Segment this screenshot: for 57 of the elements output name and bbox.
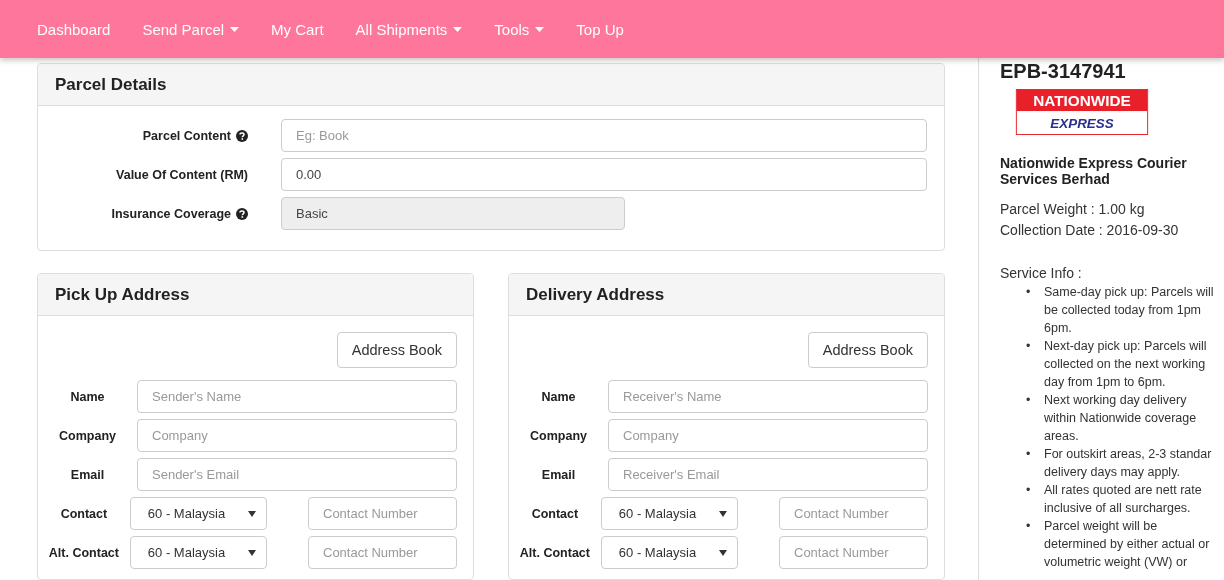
bullet-marker: • [1026,338,1032,355]
field-label: Value Of Content (RM) [116,167,248,182]
bullet-marker: • [1026,392,1032,409]
field-label: Email [540,466,577,484]
field-label: Contact [59,505,109,523]
input-field[interactable]: 0.00 [281,158,927,191]
input-field[interactable]: Receiver's Email [608,458,928,491]
bullet-marker: • [1026,518,1032,535]
dropdown-caret-icon [248,510,257,517]
service-info-item: Same-day pick up: Parcels will be collected today from 1pm 6pm. [1044,284,1214,337]
field-label: Name [540,388,577,406]
bullet-marker: • [1026,446,1032,463]
service-info-item: Parcel weight will be determined by either actual or volumetric weight (VW) or [1044,518,1210,571]
service-info-item: For outskirt areas, 2-3 standar delivery days may apply. [1044,446,1212,481]
panel-title: Pick Up Address [38,274,473,316]
field-label: Alt. Contact [48,544,120,562]
input-field[interactable]: Eg: Book [281,119,927,152]
country-code-select[interactable]: 60 - Malaysia [129,536,268,569]
service-info-item: All rates quoted are nett rate inclusive of all surcharges. [1044,482,1202,517]
country-code-select[interactable]: 60 - Malaysia [600,536,739,569]
courier-logo: NATIONWIDE EXPRESS [1013,89,1151,135]
dropdown-caret-icon [719,510,728,517]
question-circle-icon[interactable] [236,129,248,142]
courier-name: Nationwide Express Courier Services Berhad [1000,155,1188,187]
country-code-select[interactable]: 60 - Malaysia [129,497,268,530]
service-info-title: Service Info : [1000,265,1083,281]
input-field[interactable]: Contact Number [779,497,928,530]
field-label: Name [69,388,106,406]
country-code-select[interactable]: 60 - Malaysia [600,497,739,530]
shipment-detail: Collection Date : 2016-09-30 [1000,221,1180,240]
input-field[interactable]: Contact Number [308,536,457,569]
field-label: Company [529,427,588,445]
service-info-item: Next working day delivery within Nationwide coverage areas. [1044,392,1197,445]
field-label: Insurance Coverage [111,206,231,221]
panel-title: Parcel Details [38,64,944,106]
field-label: Parcel Content [142,128,231,143]
input-field[interactable]: Sender's Name [137,380,457,413]
field-label: Contact [530,505,580,523]
input-field[interactable]: Company [137,419,457,452]
input-field[interactable]: Contact Number [308,497,457,530]
input-field[interactable]: Company [608,419,928,452]
field-label: Alt. Contact [519,544,591,562]
bullet-marker: • [1026,482,1032,499]
dropdown-caret-icon [719,549,728,556]
input-field[interactable]: Contact Number [779,536,928,569]
dropdown-caret-icon [248,549,257,556]
service-info-item: Next-day pick up: Parcels will collected on the next working day from 1pm to 6pm. [1044,338,1207,391]
address-book-button[interactable]: Address Book [807,332,928,368]
bullet-marker: • [1026,284,1032,301]
input-field[interactable]: Sender's Email [137,458,457,491]
input-field[interactable]: Receiver's Name [608,380,928,413]
panel-title: Delivery Address [509,274,944,316]
shipment-reference: EPB-3147941 [1000,60,1127,83]
field-label: Company [58,427,117,445]
address-book-button[interactable]: Address Book [336,332,457,368]
field-label: Email [69,466,106,484]
shipment-detail: Parcel Weight : 1.00 kg [1000,200,1146,219]
